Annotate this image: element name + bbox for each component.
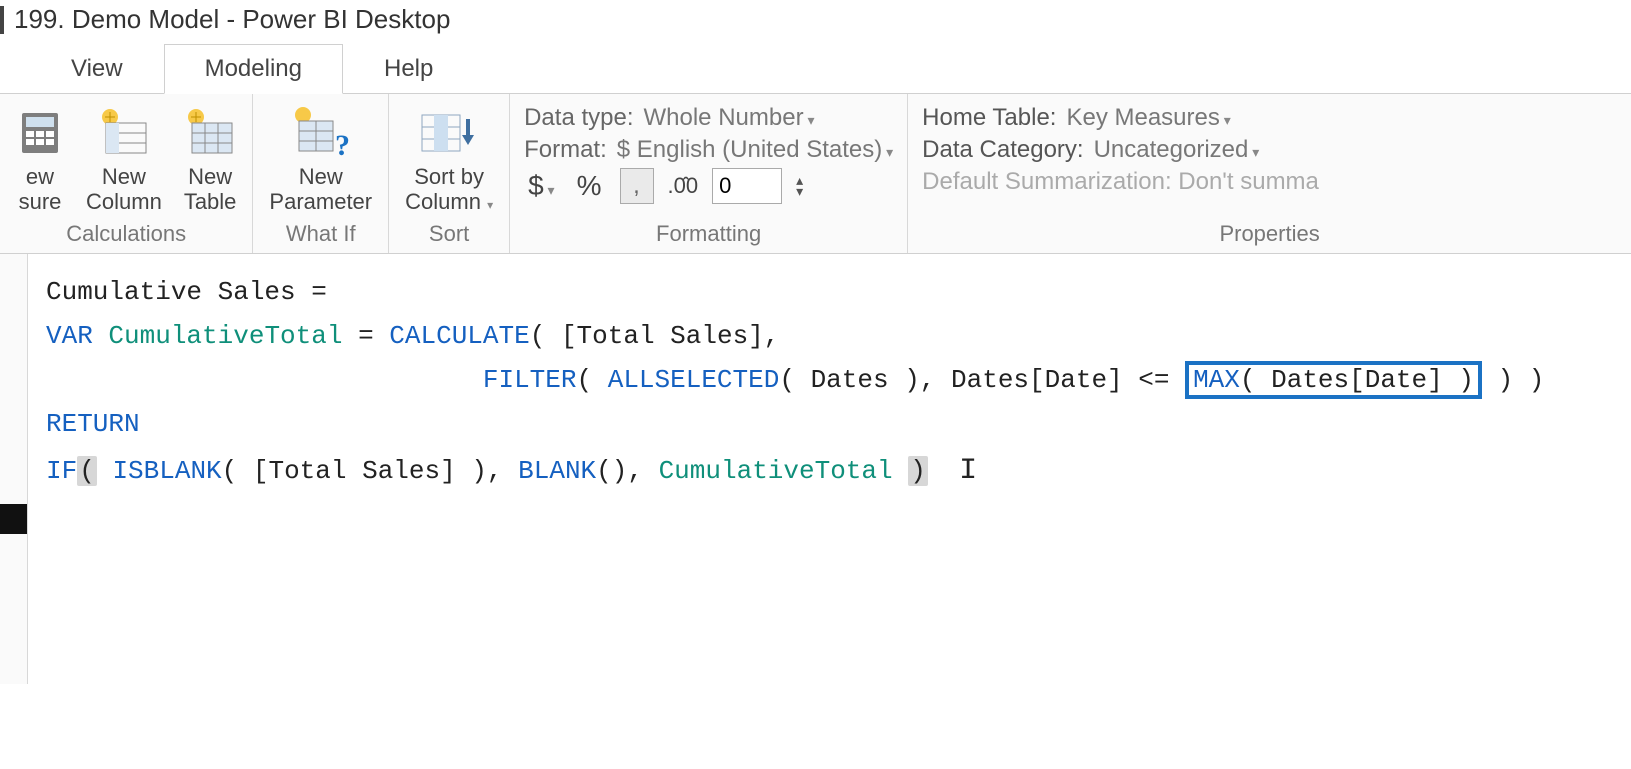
new-parameter-icon: ? xyxy=(291,102,351,164)
decimal-places-input[interactable] xyxy=(712,168,782,204)
sort-by-column-icon xyxy=(418,102,480,164)
ribbon-tabs: View Modeling Help xyxy=(0,43,1631,94)
tab-modeling[interactable]: Modeling xyxy=(164,44,343,94)
percent-button[interactable]: % xyxy=(573,170,606,202)
group-sort: Sort by Column ▾ Sort xyxy=(389,94,510,253)
ribbon: ew sure New Column New Table Calculation… xyxy=(0,94,1631,254)
home-table-dropdown[interactable]: Key Measures xyxy=(1066,104,1230,132)
new-table-label: New Table xyxy=(184,164,237,215)
group-properties-label: Properties xyxy=(1219,221,1319,247)
window-titlebar: 199. Demo Model - Power BI Desktop xyxy=(0,0,1631,43)
decimal-spinner[interactable]: ▴▾ xyxy=(796,175,803,197)
currency-button[interactable]: $ xyxy=(524,170,559,202)
group-calculations-label: Calculations xyxy=(66,221,186,247)
new-parameter-button[interactable]: ? New Parameter xyxy=(267,100,374,217)
new-measure-label: ew sure xyxy=(19,164,62,215)
group-formatting-label: Formatting xyxy=(656,221,761,247)
decimal-icon: .0̂0 xyxy=(668,173,699,199)
new-column-icon xyxy=(98,102,150,164)
new-parameter-label: New Parameter xyxy=(269,164,372,215)
group-sort-label: Sort xyxy=(429,221,469,247)
data-type-dropdown[interactable]: Whole Number xyxy=(644,104,815,132)
gutter-marker xyxy=(0,504,27,534)
tab-help[interactable]: Help xyxy=(343,44,474,94)
home-table-label: Home Table: xyxy=(922,104,1056,132)
format-dropdown[interactable]: $ English (United States) xyxy=(617,136,893,164)
text-cursor-icon: I xyxy=(959,454,977,488)
group-properties: Home Table: Key Measures Data Category: … xyxy=(908,94,1631,253)
formula-gutter xyxy=(0,254,28,684)
title-divider xyxy=(0,6,4,34)
svg-text:?: ? xyxy=(335,129,350,161)
group-whatif: ? New Parameter What If xyxy=(253,94,389,253)
data-category-label: Data Category: xyxy=(922,136,1083,164)
new-column-button[interactable]: New Column xyxy=(84,100,164,217)
new-measure-button[interactable]: ew sure xyxy=(14,100,66,217)
tab-view[interactable]: View xyxy=(30,44,164,94)
new-column-label: New Column xyxy=(86,164,162,215)
thousands-separator-button[interactable]: , xyxy=(620,168,654,204)
new-table-icon xyxy=(184,102,236,164)
dax-editor[interactable]: Cumulative Sales = VAR CumulativeTotal =… xyxy=(28,254,1631,684)
new-table-button[interactable]: New Table xyxy=(182,100,239,217)
group-calculations: ew sure New Column New Table Calculation… xyxy=(0,94,253,253)
default-summarization-label[interactable]: Default Summarization: Don't summa xyxy=(922,168,1319,196)
group-formatting: Data type: Whole Number Format: $ Englis… xyxy=(510,94,908,253)
data-type-label: Data type: xyxy=(524,104,633,132)
formula-bar: Cumulative Sales = VAR CumulativeTotal =… xyxy=(0,254,1631,684)
group-whatif-label: What If xyxy=(286,221,356,247)
sort-by-column-button[interactable]: Sort by Column ▾ xyxy=(403,100,495,217)
sort-by-column-label: Sort by Column ▾ xyxy=(405,164,493,215)
format-label: Format: xyxy=(524,136,607,164)
calculator-icon xyxy=(16,102,64,164)
data-category-dropdown[interactable]: Uncategorized xyxy=(1094,136,1260,164)
window-title: 199. Demo Model - Power BI Desktop xyxy=(14,4,450,35)
